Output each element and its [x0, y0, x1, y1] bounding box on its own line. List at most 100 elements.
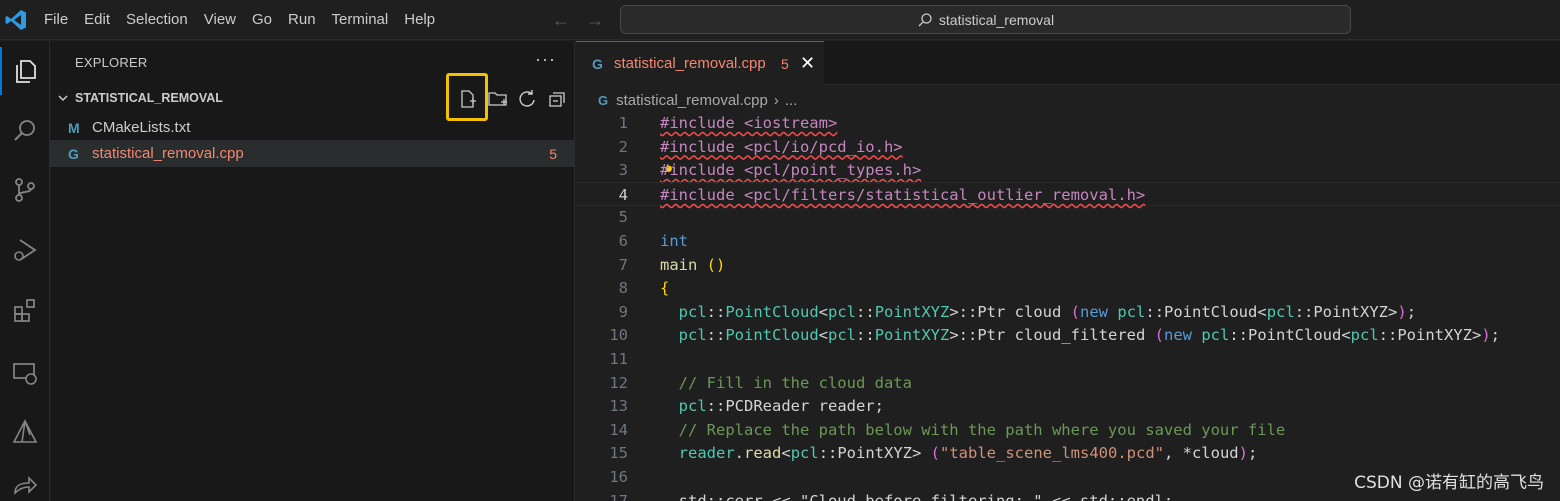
- live-share-activity[interactable]: [0, 461, 50, 501]
- breadcrumb-file[interactable]: statistical_removal.cpp: [616, 92, 768, 109]
- code-token: ::PointCloud<: [1145, 302, 1267, 321]
- code-token: >::Ptr cloud_filtered: [949, 326, 1155, 345]
- activity-bar: [0, 41, 50, 501]
- code-token: #include <pcl/point_types.h>: [660, 161, 922, 180]
- menu-go[interactable]: Go: [244, 0, 280, 40]
- breadcrumb-symbols[interactable]: ...: [785, 92, 798, 109]
- problems-badge: 5: [549, 145, 557, 162]
- extensions-activity[interactable]: [0, 286, 50, 334]
- code-token: // Fill in the cloud data: [678, 373, 912, 392]
- code-text: #include <pcl/filters/statistical_outlie…: [660, 183, 1145, 207]
- code-line: 4 #include <pcl/filters/statistical_outli…: [576, 181, 1560, 207]
- menu-selection[interactable]: Selection: [118, 0, 196, 40]
- file-name: CMakeLists.txt: [92, 119, 191, 136]
- tab-statistical-removal-cpp[interactable]: G statistical_removal.cpp 5 ✕: [576, 41, 824, 85]
- cmake-activity[interactable]: [0, 408, 50, 456]
- new-folder-icon: [488, 92, 507, 106]
- code-line: 12 // Fill in the cloud data: [576, 371, 1560, 395]
- code-token: pcl: [1201, 326, 1230, 345]
- search-icon: [14, 120, 35, 141]
- menu-view[interactable]: View: [196, 0, 244, 40]
- menu-edit[interactable]: Edit: [76, 0, 118, 40]
- extensions-icon: [14, 299, 35, 322]
- forward-arrow-icon[interactable]: →: [583, 8, 607, 32]
- cpp-file-icon: G: [592, 55, 603, 72]
- menu-terminal[interactable]: Terminal: [324, 0, 397, 40]
- code-line: 10 pcl::PointCloud<pcl::PointXYZ>::Ptr c…: [576, 323, 1560, 347]
- code-token: ): [1238, 444, 1248, 463]
- new-folder-button[interactable]: [486, 87, 510, 111]
- command-center-search[interactable]: statistical_removal: [620, 5, 1351, 34]
- menu-file[interactable]: File: [36, 0, 76, 40]
- folder-header[interactable]: STATISTICAL_REMOVAL: [50, 85, 575, 111]
- watermark: CSDN @诺有缸的高飞鸟: [1354, 473, 1544, 493]
- search-icon: [918, 12, 932, 26]
- code-token: pcl: [1117, 302, 1146, 321]
- search-activity[interactable]: [0, 107, 50, 155]
- collapse-folders-button[interactable]: [545, 87, 569, 111]
- code-token: .: [734, 444, 745, 463]
- line-number: 15: [609, 444, 628, 463]
- line-number: 7: [618, 255, 628, 274]
- cmake-file-icon: M: [68, 119, 80, 136]
- code-line: 14 // Replace the path below with the pa…: [576, 418, 1560, 442]
- share-arrow-icon: [14, 476, 38, 495]
- code-text: main (): [660, 253, 725, 277]
- code-line: 6 int: [576, 229, 1560, 253]
- menu-run[interactable]: Run: [280, 0, 324, 40]
- close-icon[interactable]: ✕: [800, 53, 815, 74]
- code-token: pcl: [678, 302, 707, 321]
- code-text: pcl::PointCloud<pcl::PointXYZ>::Ptr clou…: [660, 300, 1416, 324]
- code-token: new: [1080, 302, 1109, 321]
- run-debug-activity[interactable]: [0, 226, 50, 274]
- line-number: 12: [609, 373, 628, 392]
- code-text: {: [660, 276, 669, 300]
- code-token: pcl: [828, 326, 857, 345]
- code-token: ::PointXYZ>: [1294, 302, 1398, 321]
- files-icon: [16, 60, 36, 83]
- code-token: new: [1164, 326, 1192, 345]
- title-bar: File Edit Selection View Go Run Terminal Help ←…: [0, 0, 1560, 40]
- back-arrow-icon[interactable]: ←: [549, 8, 573, 32]
- code-token: >::Ptr cloud: [949, 302, 1071, 321]
- more-actions-button[interactable]: ···: [535, 49, 556, 70]
- file-item[interactable]: M CMakeLists.txt: [50, 114, 575, 141]
- line-number: 9: [618, 302, 628, 321]
- code-token: ): [1397, 302, 1407, 321]
- explorer-activity[interactable]: [0, 47, 50, 95]
- code-token: main: [660, 255, 698, 274]
- code-token: reader: [678, 444, 735, 463]
- code-text: #include <iostream>: [660, 111, 837, 135]
- code-text: pcl::PointCloud<pcl::PointXYZ>::Ptr clou…: [660, 323, 1500, 347]
- code-token: #include <pcl/io/pcd_io.h>: [660, 137, 903, 156]
- refresh-explorer-button[interactable]: [515, 87, 539, 111]
- code-token: ): [1481, 326, 1491, 345]
- chevron-right-icon: ›: [773, 91, 779, 109]
- problems-badge: 5: [781, 55, 789, 72]
- code-token: pcl: [1350, 326, 1379, 345]
- editor-area: G statistical_removal.cpp 5 ✕ G statisti…: [576, 41, 1560, 501]
- code-text: std::cerr << "Cloud before filtering: " …: [660, 489, 1174, 501]
- code-line: 13 pcl::PCDReader reader;: [576, 394, 1560, 418]
- remote-explorer-activity[interactable]: [0, 349, 50, 397]
- code-token: #include <iostream>: [660, 114, 838, 132]
- explorer-sidebar: EXPLORER ··· STATISTICAL_REMOVAL M CMake…: [50, 41, 575, 501]
- search-text: statistical_removal: [938, 11, 1055, 28]
- code-line: 5: [576, 205, 1560, 229]
- code-token: (): [706, 255, 726, 274]
- editor-tabs: G statistical_removal.cpp 5 ✕: [576, 41, 1560, 85]
- menu-help[interactable]: Help: [396, 0, 443, 40]
- vscode-logo-icon: [5, 10, 26, 30]
- code-token: (: [1070, 302, 1081, 321]
- tab-label: statistical_removal.cpp: [614, 55, 766, 72]
- file-item[interactable]: Gstatistical_removal.cpp 5: [50, 140, 575, 167]
- line-number: 1: [618, 114, 628, 132]
- code-token: // Replace the path below with the path …: [678, 420, 1286, 439]
- code-token: read: [744, 444, 782, 463]
- source-control-activity[interactable]: [0, 166, 50, 214]
